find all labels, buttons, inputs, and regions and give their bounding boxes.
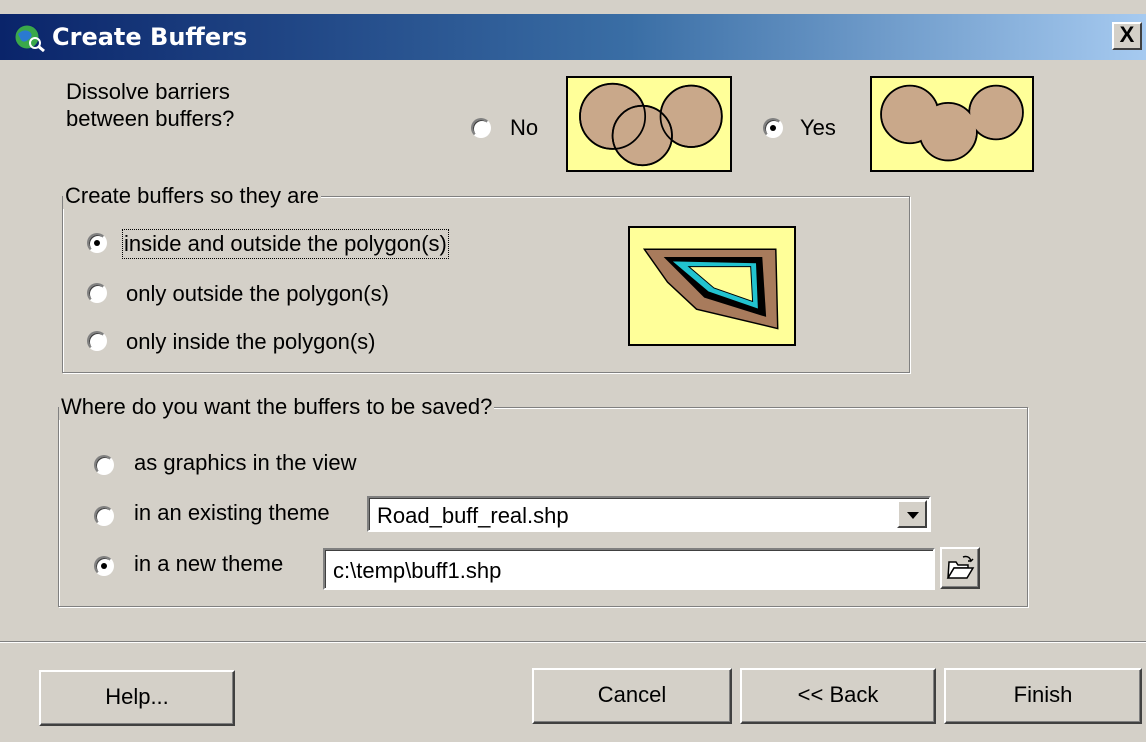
open-folder-icon [946, 555, 975, 579]
new-theme-radio[interactable] [94, 556, 114, 576]
only-outside-label: only outside the polygon(s) [126, 281, 389, 306]
dissolve-no-label: No [510, 115, 539, 140]
only-inside-label: only inside the polygon(s) [126, 329, 376, 354]
graphics-in-view-label: as graphics in the view [134, 450, 357, 475]
existing-theme-label: in an existing theme [134, 500, 330, 525]
save-location-legend: Where do you want the buffers to be save… [59, 394, 495, 420]
inside-outside-radio[interactable] [87, 233, 107, 253]
close-icon: X [1119, 22, 1135, 47]
window-title: Create Buffers [52, 23, 248, 51]
no-dissolve-illustration [566, 76, 732, 172]
existing-theme-select[interactable]: Road_buff_real.shp [367, 496, 931, 532]
finish-button[interactable]: Finish [944, 668, 1142, 724]
dissolve-illustration [870, 76, 1034, 172]
only-outside-radio[interactable] [87, 283, 107, 303]
new-theme-path-input[interactable]: c:\temp\buff1.shp [323, 548, 935, 590]
new-theme-path-value: c:\temp\buff1.shp [333, 558, 502, 583]
dissolve-question: Dissolve barriers between buffers? [66, 79, 235, 131]
back-button[interactable]: << Back [740, 668, 936, 724]
globe-icon [14, 24, 45, 52]
create-buffers-legend: Create buffers so they are [63, 183, 321, 209]
new-theme-label: in a new theme [134, 551, 284, 576]
graphics-in-view-radio[interactable] [94, 455, 114, 475]
cancel-button[interactable]: Cancel [532, 668, 732, 724]
inside-outside-label: inside and outside the polygon(s) [122, 229, 449, 259]
polygon-buffer-illustration [628, 226, 796, 346]
dissolve-yes-radio[interactable] [763, 118, 783, 138]
browse-button[interactable] [940, 547, 980, 589]
separator-highlight [0, 642, 1146, 643]
title-bar: Create Buffers X [0, 14, 1146, 60]
only-inside-radio[interactable] [87, 331, 107, 351]
dissolve-yes-label: Yes [800, 115, 836, 140]
dissolve-no-radio[interactable] [471, 118, 491, 138]
existing-theme-value: Road_buff_real.shp [377, 503, 569, 528]
help-button[interactable]: Help... [39, 670, 235, 726]
existing-theme-radio[interactable] [94, 506, 114, 526]
close-button[interactable]: X [1112, 22, 1142, 50]
dropdown-arrow-icon[interactable] [897, 500, 927, 528]
